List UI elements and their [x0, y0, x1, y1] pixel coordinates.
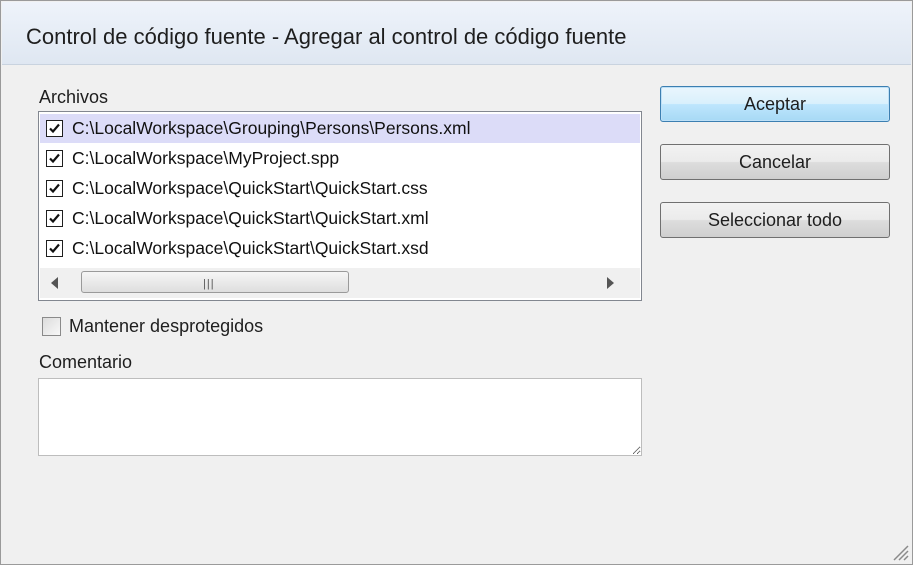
grip-icon: ||| [203, 278, 215, 290]
dialog-title: Control de código fuente - Agregar al co… [26, 24, 627, 49]
ok-button[interactable]: Aceptar [660, 86, 890, 122]
file-path: C:\LocalWorkspace\Grouping\Persons\Perso… [72, 118, 471, 138]
files-label: Archivos [39, 87, 109, 107]
file-path: C:\LocalWorkspace\MyProject.spp [72, 148, 340, 168]
file-row[interactable]: C:\LocalWorkspace\Grouping\Persons\Perso… [40, 114, 640, 143]
keep-checked-out-label[interactable]: Mantener desprotegidos [69, 316, 263, 337]
select-all-button[interactable]: Seleccionar todo [660, 202, 890, 238]
comment-field[interactable] [38, 378, 642, 456]
file-row[interactable]: C:\LocalWorkspace\QuickStart\QuickStart.… [40, 234, 640, 263]
keep-checked-out-checkbox[interactable] [42, 317, 61, 336]
comment-label: Comentario [39, 352, 133, 372]
file-row[interactable]: C:\LocalWorkspace\QuickStart\QuickStart.… [40, 204, 640, 233]
file-checkbox[interactable] [46, 150, 63, 167]
resize-grip-icon[interactable] [889, 541, 909, 561]
file-checkbox[interactable] [46, 240, 63, 257]
file-path: C:\LocalWorkspace\QuickStart\QuickStart.… [72, 178, 428, 198]
file-path: C:\LocalWorkspace\QuickStart\QuickStart.… [72, 238, 429, 258]
file-row[interactable]: C:\LocalWorkspace\QuickStart\QuickStart.… [40, 174, 640, 203]
cancel-button[interactable]: Cancelar [660, 144, 890, 180]
files-list[interactable]: C:\LocalWorkspace\Grouping\Persons\Perso… [38, 111, 642, 301]
add-to-source-control-dialog: Control de código fuente - Agregar al co… [0, 0, 913, 565]
file-path: C:\LocalWorkspace\QuickStart\QuickStart.… [72, 208, 429, 228]
scroll-right-icon[interactable] [607, 277, 614, 289]
file-row[interactable]: C:\LocalWorkspace\MyProject.spp [40, 144, 640, 173]
scroll-thumb[interactable]: ||| [81, 271, 349, 293]
file-checkbox[interactable] [46, 210, 63, 227]
file-checkbox[interactable] [46, 180, 63, 197]
horizontal-scrollbar[interactable]: ||| [40, 268, 640, 298]
scroll-left-icon[interactable] [51, 277, 58, 289]
title-bar[interactable]: Control de código fuente - Agregar al co… [2, 2, 911, 65]
file-checkbox[interactable] [46, 120, 63, 137]
